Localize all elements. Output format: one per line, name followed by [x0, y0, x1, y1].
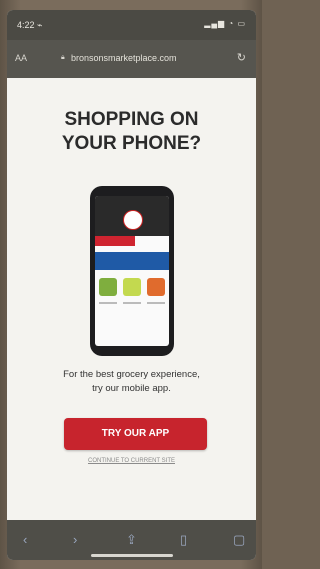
headline-line-1: SHOPPING ON	[64, 109, 199, 130]
mockup-product-image	[99, 278, 117, 296]
status-bar: 4:22 ⌁ ▂▄▆ ◔ ▭	[7, 10, 256, 40]
mockup-product-row	[99, 278, 165, 318]
phone-screen: 4:22 ⌁ ▂▄▆ ◔ ▭ AA 🔒︎ bronsonsmarketplace…	[7, 10, 256, 560]
mockup-product-image	[123, 278, 141, 296]
page-headline: SHOPPING ON YOUR PHONE?	[7, 108, 256, 156]
mockup-product-image	[147, 278, 165, 296]
share-icon[interactable]: ⇪	[126, 532, 137, 548]
mockup-logo	[123, 210, 143, 230]
browser-address-bar[interactable]: AA 🔒︎ bronsonsmarketplace.com ↻	[7, 40, 256, 78]
continue-to-site-link[interactable]: CONTINUE TO CURRENT SITE	[7, 458, 256, 464]
mockup-blue-banner	[95, 252, 169, 270]
status-time: 4:22 ⌁	[17, 20, 43, 30]
try-our-app-button[interactable]: TRY OUR APP	[64, 418, 207, 450]
back-icon[interactable]: ‹	[23, 532, 27, 547]
page-content: SHOPPING ON YOUR PHONE? For the best gro…	[7, 78, 256, 520]
bookmarks-icon[interactable]: ▯	[180, 532, 187, 548]
app-phone-mockup	[90, 186, 174, 356]
tabs-icon[interactable]: ▢	[233, 532, 245, 548]
browser-bottom-toolbar: ‹ › ⇪ ▯ ▢	[7, 520, 256, 560]
mockup-red-bar	[95, 236, 135, 246]
lead-line-2: try our mobile app.	[92, 383, 171, 394]
lead-text: For the best grocery experience, try our…	[7, 368, 256, 396]
status-indicators: ▂▄▆ ◔ ▭	[204, 19, 246, 28]
headline-line-2: YOUR PHONE?	[61, 133, 202, 154]
mockup-screen	[95, 196, 169, 346]
mockup-text-line	[123, 302, 141, 304]
home-indicator	[91, 554, 173, 557]
mockup-text-line	[147, 302, 165, 304]
url-text[interactable]: bronsonsmarketplace.com	[71, 53, 177, 63]
reader-aa-button[interactable]: AA	[15, 53, 27, 63]
photo-frame: 4:22 ⌁ ▂▄▆ ◔ ▭ AA 🔒︎ bronsonsmarketplace…	[0, 0, 262, 569]
lock-icon: 🔒︎	[61, 54, 65, 61]
mockup-text-line	[99, 302, 117, 304]
lead-line-1: For the best grocery experience,	[63, 369, 200, 380]
reload-icon[interactable]: ↻	[237, 51, 246, 64]
forward-icon[interactable]: ›	[73, 532, 77, 547]
